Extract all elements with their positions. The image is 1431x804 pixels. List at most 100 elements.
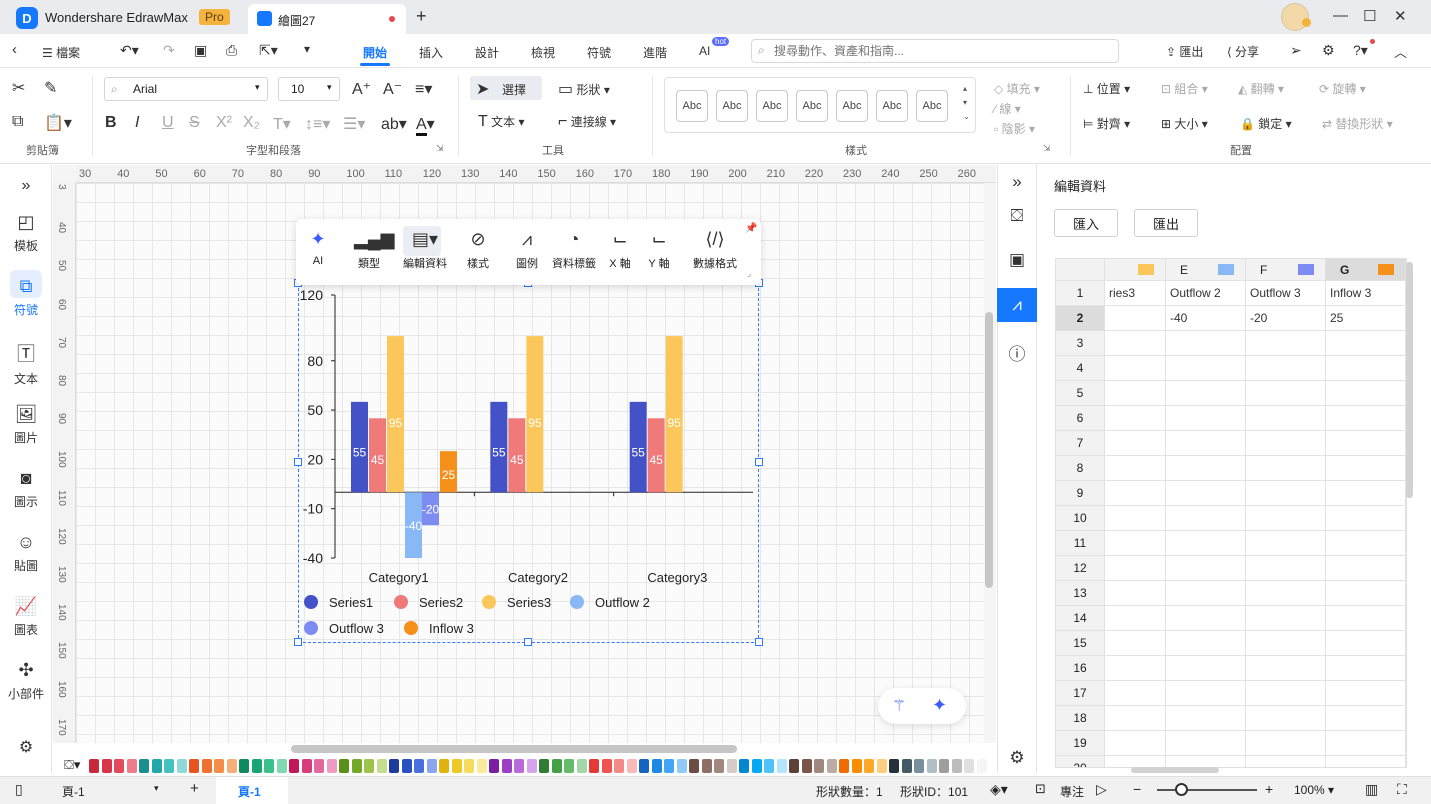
zoom-in-icon[interactable]: + [1265, 781, 1273, 797]
color-swatch[interactable] [764, 759, 774, 773]
color-swatch[interactable] [626, 759, 637, 773]
series-color-swatch[interactable] [1218, 264, 1234, 275]
ft-edit-data[interactable]: ▤▾ 編輯資料 [400, 229, 450, 271]
increase-font-icon[interactable]: A⁺ [352, 79, 371, 99]
maximize-icon[interactable]: ☐ [1363, 7, 1376, 25]
sheet-cell[interactable] [1166, 731, 1246, 756]
sheet-cell[interactable] [1105, 681, 1166, 706]
color-swatch[interactable] [214, 759, 224, 773]
paste-icon[interactable]: 📋▾ [44, 113, 72, 133]
fullscreen-icon[interactable]: ⛶ [1397, 781, 1407, 798]
color-swatch[interactable] [664, 759, 674, 773]
list-icon[interactable]: ☰▾ [343, 114, 365, 134]
focus-mode-label[interactable]: 專注 [1060, 783, 1084, 800]
color-swatch[interactable] [914, 759, 924, 773]
color-swatch[interactable] [126, 759, 137, 773]
connector-tool[interactable]: ⌐ 連接線 ▾ [558, 113, 616, 131]
color-swatch[interactable] [101, 759, 112, 773]
sheet-cell[interactable] [1105, 706, 1166, 731]
new-tab-button[interactable]: + [416, 6, 427, 27]
ft-number-format[interactable]: ⟨/⟩ 數據格式 [691, 229, 739, 271]
settings-icon[interactable]: ⚙ [1322, 42, 1335, 59]
color-swatch[interactable] [739, 759, 749, 773]
fill-bucket-icon[interactable]: ⛋ [997, 206, 1037, 226]
sheet-cell[interactable] [1166, 506, 1246, 531]
sheet-cell[interactable] [1166, 381, 1246, 406]
dialog-launcher-icon[interactable]: ⇲ [1043, 143, 1051, 154]
settings-icon[interactable]: ⚙ [997, 748, 1037, 768]
sheet-cell[interactable] [1105, 331, 1166, 356]
sheet-cell[interactable] [1166, 481, 1246, 506]
color-swatch[interactable] [639, 759, 649, 773]
color-swatch[interactable] [301, 759, 312, 773]
sheet-cell[interactable] [1246, 381, 1326, 406]
export-data-button[interactable]: 匯出 [1134, 209, 1198, 237]
sheet-cell[interactable] [1326, 756, 1406, 767]
sheet-cell[interactable] [1246, 331, 1326, 356]
sheet-cell[interactable] [1326, 506, 1406, 531]
sheet-cell[interactable]: ries3 [1105, 281, 1166, 306]
rail-icons[interactable]: ◙ 圖示 [0, 468, 52, 510]
sheet-cell[interactable] [1105, 481, 1166, 506]
tab-symbols[interactable]: 符號 [587, 44, 611, 61]
subscript-icon[interactable]: X₂ [243, 114, 260, 132]
select-tool[interactable]: ➤ 選擇 [470, 76, 542, 100]
fill-button[interactable]: ◇ 填充 ▾ [994, 80, 1040, 97]
color-swatch[interactable] [714, 759, 724, 773]
ft-x-axis[interactable]: ⌙ X 軸 [607, 229, 633, 271]
sheet-cell[interactable] [1105, 381, 1166, 406]
zoom-slider-track[interactable] [1157, 789, 1257, 791]
row-header[interactable]: 6 [1056, 406, 1105, 431]
search-box[interactable]: ⌕ [751, 39, 1119, 63]
ft-y-axis[interactable]: ⌙ Y 軸 [646, 229, 672, 271]
style-swatch[interactable]: Abc [716, 90, 748, 122]
color-swatch[interactable] [176, 759, 187, 773]
sheet-cell[interactable] [1105, 306, 1166, 331]
sheet-cell[interactable] [1166, 406, 1246, 431]
replace-shape-button[interactable]: ⇄ 替換形狀 ▾ [1322, 115, 1393, 132]
row-header[interactable]: 14 [1056, 606, 1105, 631]
color-swatch[interactable] [426, 759, 437, 773]
sheet-cell[interactable]: Outflow 3 [1246, 281, 1326, 306]
column-header[interactable] [1105, 259, 1166, 281]
sheet-cell[interactable] [1105, 581, 1166, 606]
color-swatch[interactable] [689, 759, 699, 773]
color-swatch[interactable] [601, 759, 612, 773]
sheet-cell[interactable] [1166, 456, 1246, 481]
color-swatch[interactable] [751, 759, 762, 773]
tab-view[interactable]: 檢視 [531, 44, 555, 61]
sheet-cell[interactable] [1326, 456, 1406, 481]
position-button[interactable]: ⊥ 位置 ▾ [1083, 80, 1130, 97]
sheet-cell[interactable] [1105, 556, 1166, 581]
redo-icon[interactable]: ↷ [163, 42, 175, 59]
row-header[interactable]: 13 [1056, 581, 1105, 606]
color-swatch[interactable] [339, 759, 349, 773]
zoom-slider-thumb[interactable] [1175, 783, 1188, 796]
color-swatch[interactable] [826, 759, 837, 773]
color-swatch[interactable] [726, 759, 737, 773]
color-swatch[interactable] [976, 759, 987, 773]
column-header[interactable]: E [1166, 259, 1246, 281]
color-swatch[interactable] [376, 759, 387, 773]
sheet-cell[interactable] [1105, 531, 1166, 556]
help-circle-icon[interactable]: ⓘ [997, 340, 1037, 365]
tab-insert[interactable]: 插入 [419, 44, 443, 61]
cut-icon[interactable]: ✂ [12, 78, 25, 98]
minimize-icon[interactable]: — [1333, 7, 1348, 24]
print-icon[interactable]: ⎙ [226, 42, 237, 59]
expand-panel-icon[interactable]: » [0, 177, 52, 195]
color-swatch[interactable] [401, 759, 412, 773]
row-header[interactable]: 18 [1056, 706, 1105, 731]
style-swatch[interactable]: Abc [756, 90, 788, 122]
align-text-icon[interactable]: ≡▾ [415, 79, 432, 99]
color-swatch[interactable] [589, 759, 599, 773]
sheet-cell[interactable] [1326, 381, 1406, 406]
tab-design[interactable]: 設計 [475, 44, 499, 61]
sheet-cell[interactable] [1246, 406, 1326, 431]
color-swatch[interactable] [789, 759, 799, 773]
series-color-swatch[interactable] [1138, 264, 1154, 275]
tab-advanced[interactable]: 進階 [643, 44, 667, 61]
copy-icon[interactable]: ⧉ [12, 113, 23, 131]
color-swatch[interactable] [476, 759, 487, 773]
sheet-vscroll[interactable] [1406, 262, 1413, 498]
